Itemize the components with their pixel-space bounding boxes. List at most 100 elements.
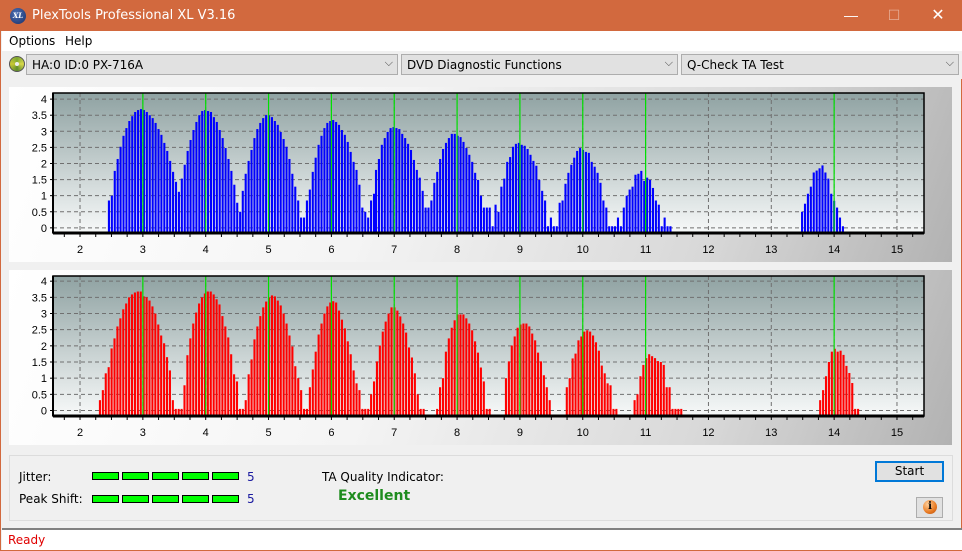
histogram-bar [653, 358, 657, 416]
histogram-bar [590, 161, 593, 233]
histogram-bar [235, 381, 239, 416]
histogram-bar [372, 381, 376, 416]
y-tick-label: 2.5 [32, 325, 47, 337]
histogram-bar [189, 338, 192, 416]
histogram-bar [355, 169, 358, 233]
histogram-bar [439, 387, 442, 416]
histogram-bar [262, 118, 265, 233]
histogram-bar [125, 303, 128, 416]
chevron-down-icon[interactable]: ⌵ [385, 56, 393, 70]
meter-segment [212, 472, 239, 480]
app-window: XL PlexTools Professional XL V3.16 — ☐ ✕… [0, 0, 962, 551]
histogram-bar [221, 316, 224, 416]
histogram-bar [402, 323, 405, 416]
histogram-bar [535, 165, 538, 233]
histogram-bar [139, 109, 143, 233]
histogram-bar [507, 361, 510, 416]
histogram-bar [474, 172, 477, 233]
histogram-bar [441, 378, 445, 416]
y-tick-label: 3.5 [32, 292, 47, 304]
x-tick-label: 11 [640, 244, 651, 256]
histogram-bar [643, 180, 646, 233]
histogram-bar [548, 400, 551, 416]
meter-segment [122, 495, 149, 503]
histogram-bar [372, 193, 376, 233]
y-tick-label: 1 [41, 373, 47, 385]
histogram-bar [247, 374, 250, 416]
histogram-bar [145, 297, 148, 416]
histogram-bar [471, 330, 474, 416]
histogram-bar [218, 304, 221, 416]
histogram-bar [119, 146, 122, 233]
histogram-bar [387, 313, 390, 416]
x-tick-label: 15 [891, 427, 903, 439]
histogram-bar [510, 345, 513, 416]
histogram-bar [270, 117, 273, 233]
histogram-bar [198, 115, 201, 233]
histogram-bar [340, 130, 343, 233]
histogram-bar [349, 151, 352, 233]
histogram-bar [577, 340, 580, 416]
histogram-bar [430, 200, 433, 233]
histogram-bar [326, 122, 329, 233]
histogram-bar [169, 160, 172, 233]
histogram-bar [628, 189, 631, 233]
histogram-bar [639, 376, 642, 416]
x-tick-label: 12 [702, 427, 714, 439]
histogram-bar [285, 323, 288, 416]
histogram-bar [370, 394, 373, 416]
histogram-bar [659, 362, 662, 416]
histogram-bar [506, 161, 509, 233]
close-button[interactable]: ✕ [915, 0, 961, 31]
histogram-bar [520, 144, 523, 233]
histogram-bar [450, 133, 453, 233]
x-tick-label: 4 [203, 244, 209, 256]
function-select[interactable]: DVD Diagnostic Functions ⌵ [401, 54, 678, 75]
y-tick-label: 1 [41, 191, 47, 203]
histogram-bar [137, 110, 140, 233]
x-tick-label: 6 [328, 244, 334, 256]
menu-help[interactable]: Help [65, 34, 92, 48]
info-button[interactable]: i [916, 497, 943, 518]
histogram-bar [200, 297, 204, 416]
histogram-bar [436, 171, 439, 233]
test-select[interactable]: Q-Check TA Test ⌵ [681, 54, 959, 75]
maximize-button[interactable]: ☐ [871, 0, 917, 31]
function-select-value: DVD Diagnostic Functions [407, 58, 562, 72]
histogram-bar [335, 302, 338, 416]
histogram-bar [819, 400, 822, 416]
histogram-bar [358, 184, 361, 233]
histogram-bar [276, 300, 279, 416]
histogram-bar [444, 351, 447, 416]
histogram-bar [288, 335, 291, 416]
histogram-bar [300, 217, 303, 233]
chevron-down-icon[interactable]: ⌵ [665, 56, 673, 70]
histogram-bar [561, 200, 564, 233]
x-tick-label: 8 [454, 244, 460, 256]
histogram-bar [594, 342, 598, 416]
start-button[interactable]: Start [875, 461, 944, 482]
histogram-bar [447, 338, 450, 416]
chevron-down-icon[interactable]: ⌵ [946, 56, 954, 70]
y-tick-label: 4 [41, 94, 47, 106]
histogram-bar [476, 352, 480, 416]
histogram-bar [522, 323, 525, 416]
histogram-bar [479, 367, 482, 416]
histogram-bar [192, 130, 195, 233]
minimize-button[interactable]: — [828, 0, 874, 31]
menu-options[interactable]: Options [9, 34, 55, 48]
histogram-bar [207, 111, 210, 233]
drive-select[interactable]: HA:0 ID:0 PX-716A ⌵ [26, 54, 398, 75]
histogram-bar [221, 138, 224, 233]
histogram-bar [259, 316, 262, 416]
histogram-bar [174, 181, 178, 233]
histogram-bar [374, 169, 378, 233]
histogram-bar [593, 166, 596, 233]
histogram-bar [311, 369, 314, 416]
histogram-bar [842, 354, 845, 416]
histogram-bar [113, 338, 116, 416]
histogram-bar [405, 332, 408, 416]
histogram-bar [509, 157, 512, 233]
y-tick-label: 0.5 [32, 207, 47, 219]
histogram-bar [343, 134, 346, 233]
